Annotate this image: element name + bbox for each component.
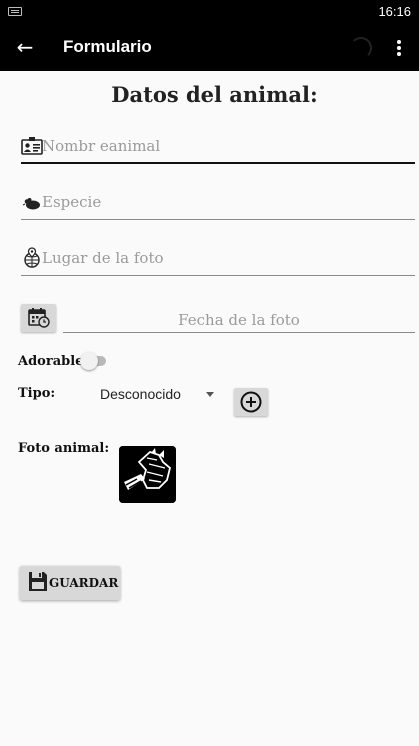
adorable-switch[interactable]	[80, 352, 108, 370]
loading-spinner-icon	[350, 37, 372, 59]
app-bar: ← Formulario	[0, 24, 419, 71]
more-vert-icon[interactable]	[391, 37, 407, 59]
adorable-label: Adorable	[18, 354, 84, 369]
type-selected-value: Desconocido	[100, 386, 181, 402]
mouse-icon	[22, 198, 40, 210]
animal-name-field[interactable]: Nombr eanimal	[21, 130, 415, 164]
species-placeholder: Especie	[42, 193, 102, 211]
date-picker-button[interactable]	[21, 304, 56, 332]
switch-thumb	[80, 352, 98, 370]
type-label: Tipo:	[18, 386, 56, 401]
animal-photo-button[interactable]	[119, 446, 176, 503]
photo-label: Foto animal:	[18, 441, 110, 456]
underline	[21, 162, 415, 164]
add-type-button[interactable]	[234, 388, 268, 416]
status-bar: 16:16	[0, 0, 419, 24]
save-button-label: GUARDAR	[49, 576, 119, 590]
camera-capture-icon	[119, 446, 176, 503]
underline	[63, 332, 415, 333]
id-card-icon	[21, 137, 43, 155]
photo-date-placeholder: Fecha de la foto	[178, 311, 300, 329]
globe-pin-icon	[24, 247, 40, 268]
floppy-disk-icon	[29, 572, 47, 591]
save-button[interactable]: GUARDAR	[20, 566, 120, 600]
type-select[interactable]: Desconocido	[92, 381, 220, 407]
location-field[interactable]: Lugar de la foto	[21, 242, 415, 276]
form-heading: Datos del animal:	[111, 82, 318, 107]
calendar-clock-icon	[28, 308, 50, 328]
status-time: 16:16	[378, 4, 411, 19]
underline	[21, 219, 415, 220]
animal-name-placeholder: Nombr eanimal	[42, 137, 161, 155]
photo-date-field[interactable]: Fecha de la foto	[63, 306, 415, 333]
location-placeholder: Lugar de la foto	[42, 249, 164, 267]
species-field[interactable]: Especie	[21, 186, 415, 220]
keyboard-icon	[8, 7, 22, 16]
underline	[21, 275, 415, 276]
dropdown-arrow-icon	[206, 392, 214, 397]
add-circle-icon	[240, 391, 262, 413]
arrow-back-icon[interactable]: ←	[14, 36, 36, 58]
app-title: Formulario	[63, 37, 152, 56]
